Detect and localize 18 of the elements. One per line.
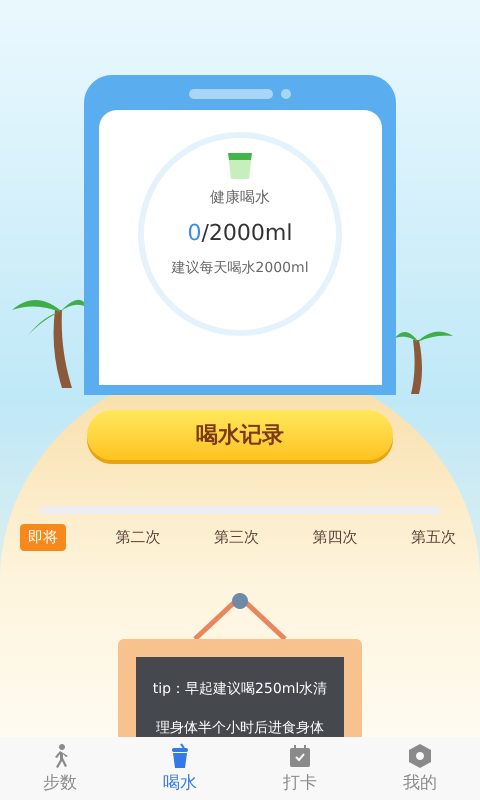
nav-tab[interactable]: 步数 (0, 737, 120, 800)
cup-icon (227, 152, 253, 180)
step-tab[interactable]: 第五次 (407, 524, 460, 550)
card-title: 健康喝水 (210, 187, 270, 208)
calendar-check-icon (287, 743, 313, 769)
suggestion-text: 建议每天喝水2000ml (171, 258, 309, 278)
record-button[interactable]: 喝水记录 (87, 410, 393, 460)
hexagon-icon (407, 743, 433, 769)
step-tab[interactable]: 第三次 (210, 524, 263, 550)
step-tab[interactable]: 第二次 (112, 524, 164, 550)
nav-tab[interactable]: 喝水 (120, 737, 240, 800)
tip-text: tip：早起建议喝250ml水清 (152, 680, 328, 698)
step-tab[interactable]: 第四次 (308, 524, 362, 550)
tip-text: 理身体半个小时后进食身体 (156, 718, 324, 738)
nav-tab[interactable]: 打卡 (240, 737, 360, 800)
goal-amount: /2000ml (202, 220, 292, 248)
current-amount: 0 (188, 220, 202, 248)
nav-tab[interactable]: 我的 (360, 737, 480, 800)
